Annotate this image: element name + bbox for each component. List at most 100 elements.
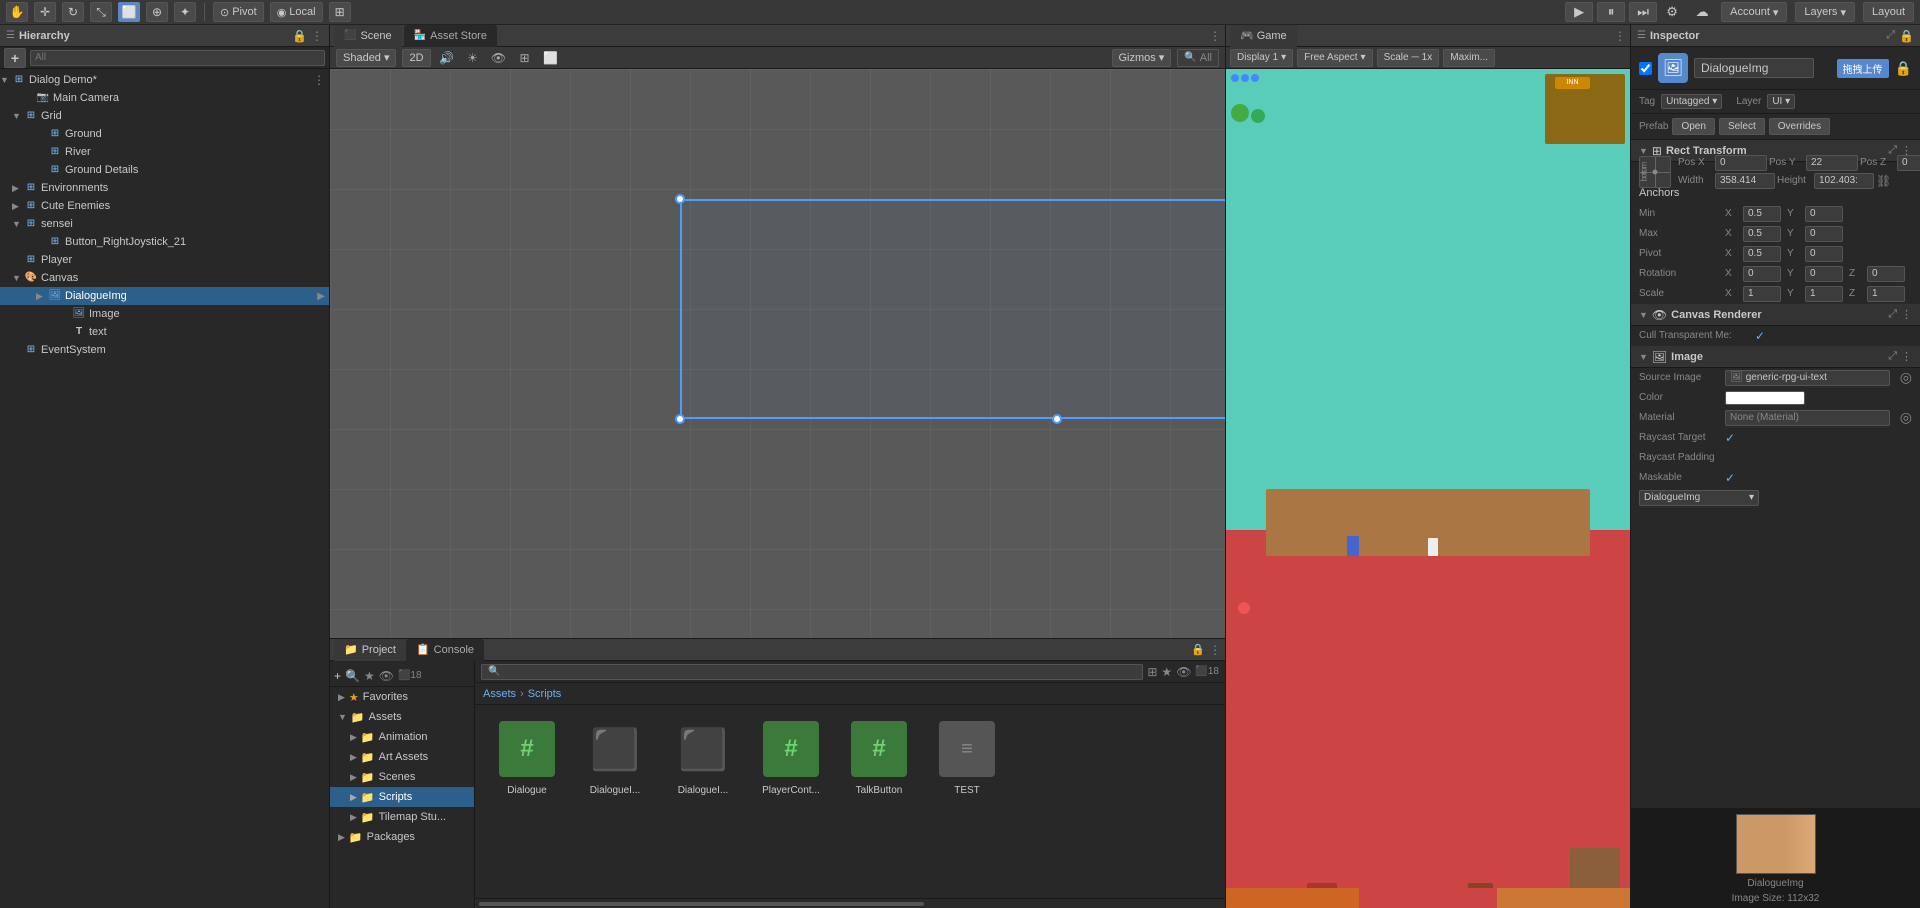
maximize-btn[interactable]: Maxim... xyxy=(1443,49,1495,67)
project-eye2-icon[interactable]: 👁 xyxy=(1176,665,1191,679)
width-input[interactable] xyxy=(1715,173,1775,189)
scene-tab[interactable]: ⬛ Scene xyxy=(334,25,402,47)
color-swatch[interactable] xyxy=(1725,391,1805,405)
canvas-expand-icon[interactable]: ⤢ xyxy=(1888,308,1897,321)
pivot-y-input[interactable] xyxy=(1805,246,1843,262)
rot-x-input[interactable] xyxy=(1743,266,1781,282)
layers-dropdown[interactable]: Layers ▾ xyxy=(1795,2,1855,22)
project-lock-icon[interactable]: 🔒 xyxy=(1191,643,1205,656)
tree-item-eventsystem[interactable]: ⊞ EventSystem xyxy=(0,341,329,359)
game-kebab-button[interactable]: ⋮ xyxy=(1614,29,1626,43)
console-tab[interactable]: 📋 Console xyxy=(406,639,484,661)
project-scrollbar[interactable] xyxy=(475,898,1225,908)
hierarchy-search-input[interactable] xyxy=(30,50,325,66)
hierarchy-lock-icon[interactable]: 🔒 xyxy=(292,29,307,43)
scene-hidden-icon[interactable]: 👁 xyxy=(489,49,509,67)
tree-item-dialog-demo[interactable]: ▼ ⊞ Dialog Demo* ⋮ xyxy=(0,71,329,89)
material-circle-icon[interactable]: ◎ xyxy=(1900,409,1912,426)
scale-z-input[interactable] xyxy=(1867,286,1905,302)
file-item-talkbutton[interactable]: # TalkButton xyxy=(839,717,919,796)
gizmos-dropdown[interactable]: Gizmos ▾ xyxy=(1112,49,1172,67)
scene-view[interactable]: ✛ xyxy=(330,69,1225,638)
layer-dropdown[interactable]: UI ▾ xyxy=(1767,94,1795,109)
file-item-playercont[interactable]: # PlayerCont... xyxy=(751,717,831,796)
image-options-icon[interactable]: ⋮ xyxy=(1901,350,1912,363)
object-name-input[interactable] xyxy=(1694,58,1814,78)
pos-y-input[interactable] xyxy=(1806,155,1858,171)
tree-item-sensei[interactable]: ▼ ⊞ sensei xyxy=(0,215,329,233)
project-search-icon[interactable]: 🔍 xyxy=(345,669,360,683)
game-tab[interactable]: 🎮 Game xyxy=(1230,25,1297,47)
play-button[interactable]: ▶ xyxy=(1565,2,1593,22)
scale-control[interactable]: Scale ─ 1x xyxy=(1377,49,1440,67)
scene-options-icon[interactable]: ⋮ xyxy=(1209,29,1221,43)
project-filter-icon[interactable]: ⊞ xyxy=(1147,665,1157,679)
step-button[interactable]: ⏭ xyxy=(1629,2,1657,22)
sidebar-item-assets[interactable]: ▼ 📁 Assets xyxy=(330,707,474,727)
tree-item-player[interactable]: ⊞ Player xyxy=(0,251,329,269)
source-image-field[interactable]: 🖼 generic-rpg-ui-text xyxy=(1725,370,1890,386)
breadcrumb-scripts-link[interactable]: Scripts xyxy=(528,688,562,700)
sidebar-item-scripts[interactable]: ▶ 📁 Scripts xyxy=(330,787,474,807)
local-button[interactable]: ◉ Local xyxy=(270,2,323,22)
project-add-button[interactable]: + xyxy=(334,669,341,683)
file-item-test[interactable]: ≡ TEST xyxy=(927,717,1007,796)
handle-top-left[interactable] xyxy=(675,194,685,204)
scene-nav-icon[interactable]: ⬜ xyxy=(541,49,561,67)
material-dropdown[interactable]: None (Material) xyxy=(1725,410,1890,426)
scene-audio-icon[interactable]: 🔊 xyxy=(437,49,457,67)
anchor-min-x-input[interactable] xyxy=(1743,206,1781,222)
tree-item-grid[interactable]: ▼ ⊞ Grid xyxy=(0,107,329,125)
height-input[interactable] xyxy=(1814,173,1874,189)
project-fav-icon[interactable]: ★ xyxy=(364,669,375,683)
file-item-dialogue[interactable]: # Dialogue xyxy=(487,717,567,796)
tree-item-text[interactable]: T text xyxy=(0,323,329,341)
pause-button[interactable]: ⏸ xyxy=(1597,2,1625,22)
handle-bottom-center[interactable] xyxy=(1052,414,1062,424)
tree-item-ground-details[interactable]: ⊞ Ground Details xyxy=(0,161,329,179)
scene-search-input[interactable]: 🔍 All xyxy=(1177,49,1219,67)
tree-item-button-right-joystick[interactable]: ⊞ Button_RightJoystick_21 xyxy=(0,233,329,251)
inspector-lock-icon[interactable]: 🔒 xyxy=(1899,29,1914,43)
pivot-button[interactable]: ⊙ Pivot xyxy=(213,2,264,22)
shaded-dropdown[interactable]: Shaded ▾ xyxy=(336,49,396,67)
vcs-icon-btn[interactable]: ⚙ xyxy=(1661,2,1683,22)
tree-item-dialogueimg[interactable]: ▶ 🖼 DialogueImg ▶ xyxy=(0,287,329,305)
scale-y-input[interactable] xyxy=(1805,286,1843,302)
rot-z-input[interactable] xyxy=(1867,266,1905,282)
handle-bottom-left[interactable] xyxy=(675,414,685,424)
scene-grid-icon[interactable]: ⊞ xyxy=(515,49,535,67)
upload-button[interactable]: 拖拽上传 xyxy=(1837,59,1889,78)
2d-button[interactable]: 2D xyxy=(402,49,430,67)
tree-item-environments[interactable]: ▶ ⊞ Environments xyxy=(0,179,329,197)
aspect-dropdown[interactable]: Free Aspect ▾ xyxy=(1297,49,1372,67)
layout-dropdown[interactable]: Layout xyxy=(1863,2,1914,22)
custom-tool-button[interactable]: ✦ xyxy=(174,2,196,22)
cloud-icon-btn[interactable]: ☁ xyxy=(1691,2,1713,22)
open-button[interactable]: Open xyxy=(1672,118,1714,135)
scale-x-input[interactable] xyxy=(1743,286,1781,302)
anchor-min-y-input[interactable] xyxy=(1805,206,1843,222)
overrides-button[interactable]: Overrides xyxy=(1769,118,1830,135)
file-item-dialogue-cyan[interactable]: ⬛ DialogueI... xyxy=(663,717,743,796)
account-dropdown[interactable]: Account ▾ xyxy=(1721,2,1787,22)
scene-effects-icon[interactable]: ☀ xyxy=(463,49,483,67)
display-dropdown[interactable]: Display 1 ▾ xyxy=(1230,49,1293,67)
project-eye-icon[interactable]: 👁 xyxy=(379,669,394,683)
sidebar-item-animation[interactable]: ▶ 📁 Animation xyxy=(330,727,474,747)
sidebar-item-tilemap[interactable]: ▶ 📁 Tilemap Stu... xyxy=(330,807,474,827)
rotate-tool-button[interactable]: ↻ xyxy=(62,2,84,22)
constrain-ratio-icon[interactable]: ⛓ xyxy=(1876,174,1891,188)
project-star-icon[interactable]: ★ xyxy=(1161,665,1172,679)
asset-store-tab[interactable]: 🏪 Asset Store xyxy=(404,25,497,47)
pos-z-input[interactable] xyxy=(1897,155,1920,171)
rect-tool-button[interactable]: ⬜ xyxy=(118,2,140,22)
image-component-header[interactable]: ▼ 🖼 Image ⤢ ⋮ xyxy=(1631,346,1920,368)
hierarchy-kebab-button[interactable]: ⋮ xyxy=(311,29,323,43)
hierarchy-add-button[interactable]: + xyxy=(4,48,26,68)
grid-button[interactable]: ⊞ xyxy=(329,2,351,22)
rot-y-input[interactable] xyxy=(1805,266,1843,282)
move-tool-button[interactable]: ✛ xyxy=(34,2,56,22)
hand-tool-button[interactable]: ✋ xyxy=(6,2,28,22)
select-button[interactable]: Select xyxy=(1719,118,1765,135)
